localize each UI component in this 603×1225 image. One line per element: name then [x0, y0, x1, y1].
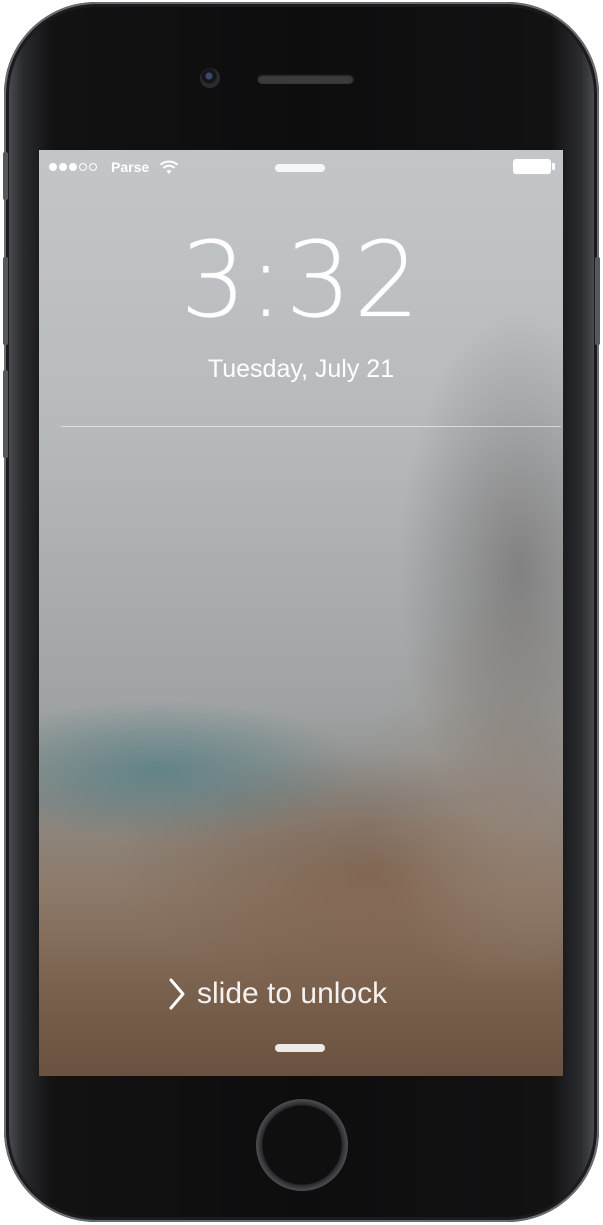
status-bar: Parse [39, 150, 563, 184]
signal-dot [89, 163, 97, 171]
lock-time: 3:32 [180, 219, 422, 341]
signal-dot [49, 163, 57, 171]
chevron-right-icon [169, 978, 185, 1010]
signal-strength-icon [49, 163, 97, 171]
home-button[interactable] [256, 1099, 348, 1191]
earpiece-speaker [257, 74, 354, 84]
volume-up-button [3, 257, 8, 345]
control-center-grabber[interactable] [275, 1044, 325, 1052]
slide-to-unlock[interactable]: slide to unlock [165, 972, 387, 1016]
slide-to-unlock-label: slide to unlock [197, 977, 388, 1010]
divider-line [61, 426, 561, 427]
volume-down-button [3, 370, 8, 458]
battery-icon [513, 159, 555, 174]
carrier-name: Parse [111, 159, 150, 175]
front-camera [200, 68, 220, 88]
lock-date: Tuesday, July 21 [207, 355, 395, 383]
notification-center-grabber[interactable] [275, 164, 325, 172]
signal-dot [59, 163, 67, 171]
power-button [595, 257, 600, 345]
lock-screen: Parse 3:32 Tuesday, July 21 slide to unl… [39, 150, 563, 1076]
signal-dot [79, 163, 87, 171]
signal-dot [69, 163, 77, 171]
mute-switch [3, 152, 8, 200]
wifi-icon [159, 160, 179, 174]
